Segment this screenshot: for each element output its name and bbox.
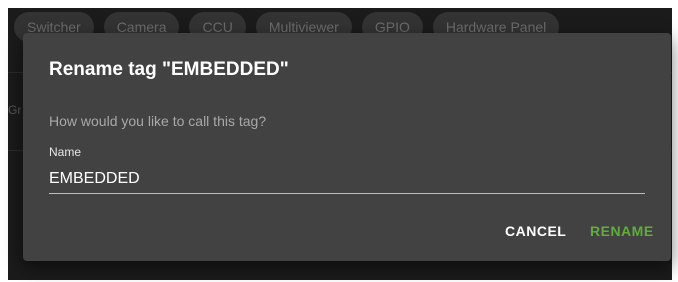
background-label-fragment: Gr: [8, 103, 22, 117]
rename-button[interactable]: RENAME: [590, 219, 654, 243]
dialog-prompt: How would you like to call this tag?: [49, 113, 267, 129]
rename-tag-dialog: Rename tag "EMBEDDED" How would you like…: [23, 33, 671, 261]
name-input[interactable]: [49, 165, 645, 194]
cancel-button[interactable]: CANCEL: [505, 219, 566, 243]
dialog-title: Rename tag "EMBEDDED": [49, 59, 289, 80]
name-field-label: Name: [49, 145, 82, 159]
